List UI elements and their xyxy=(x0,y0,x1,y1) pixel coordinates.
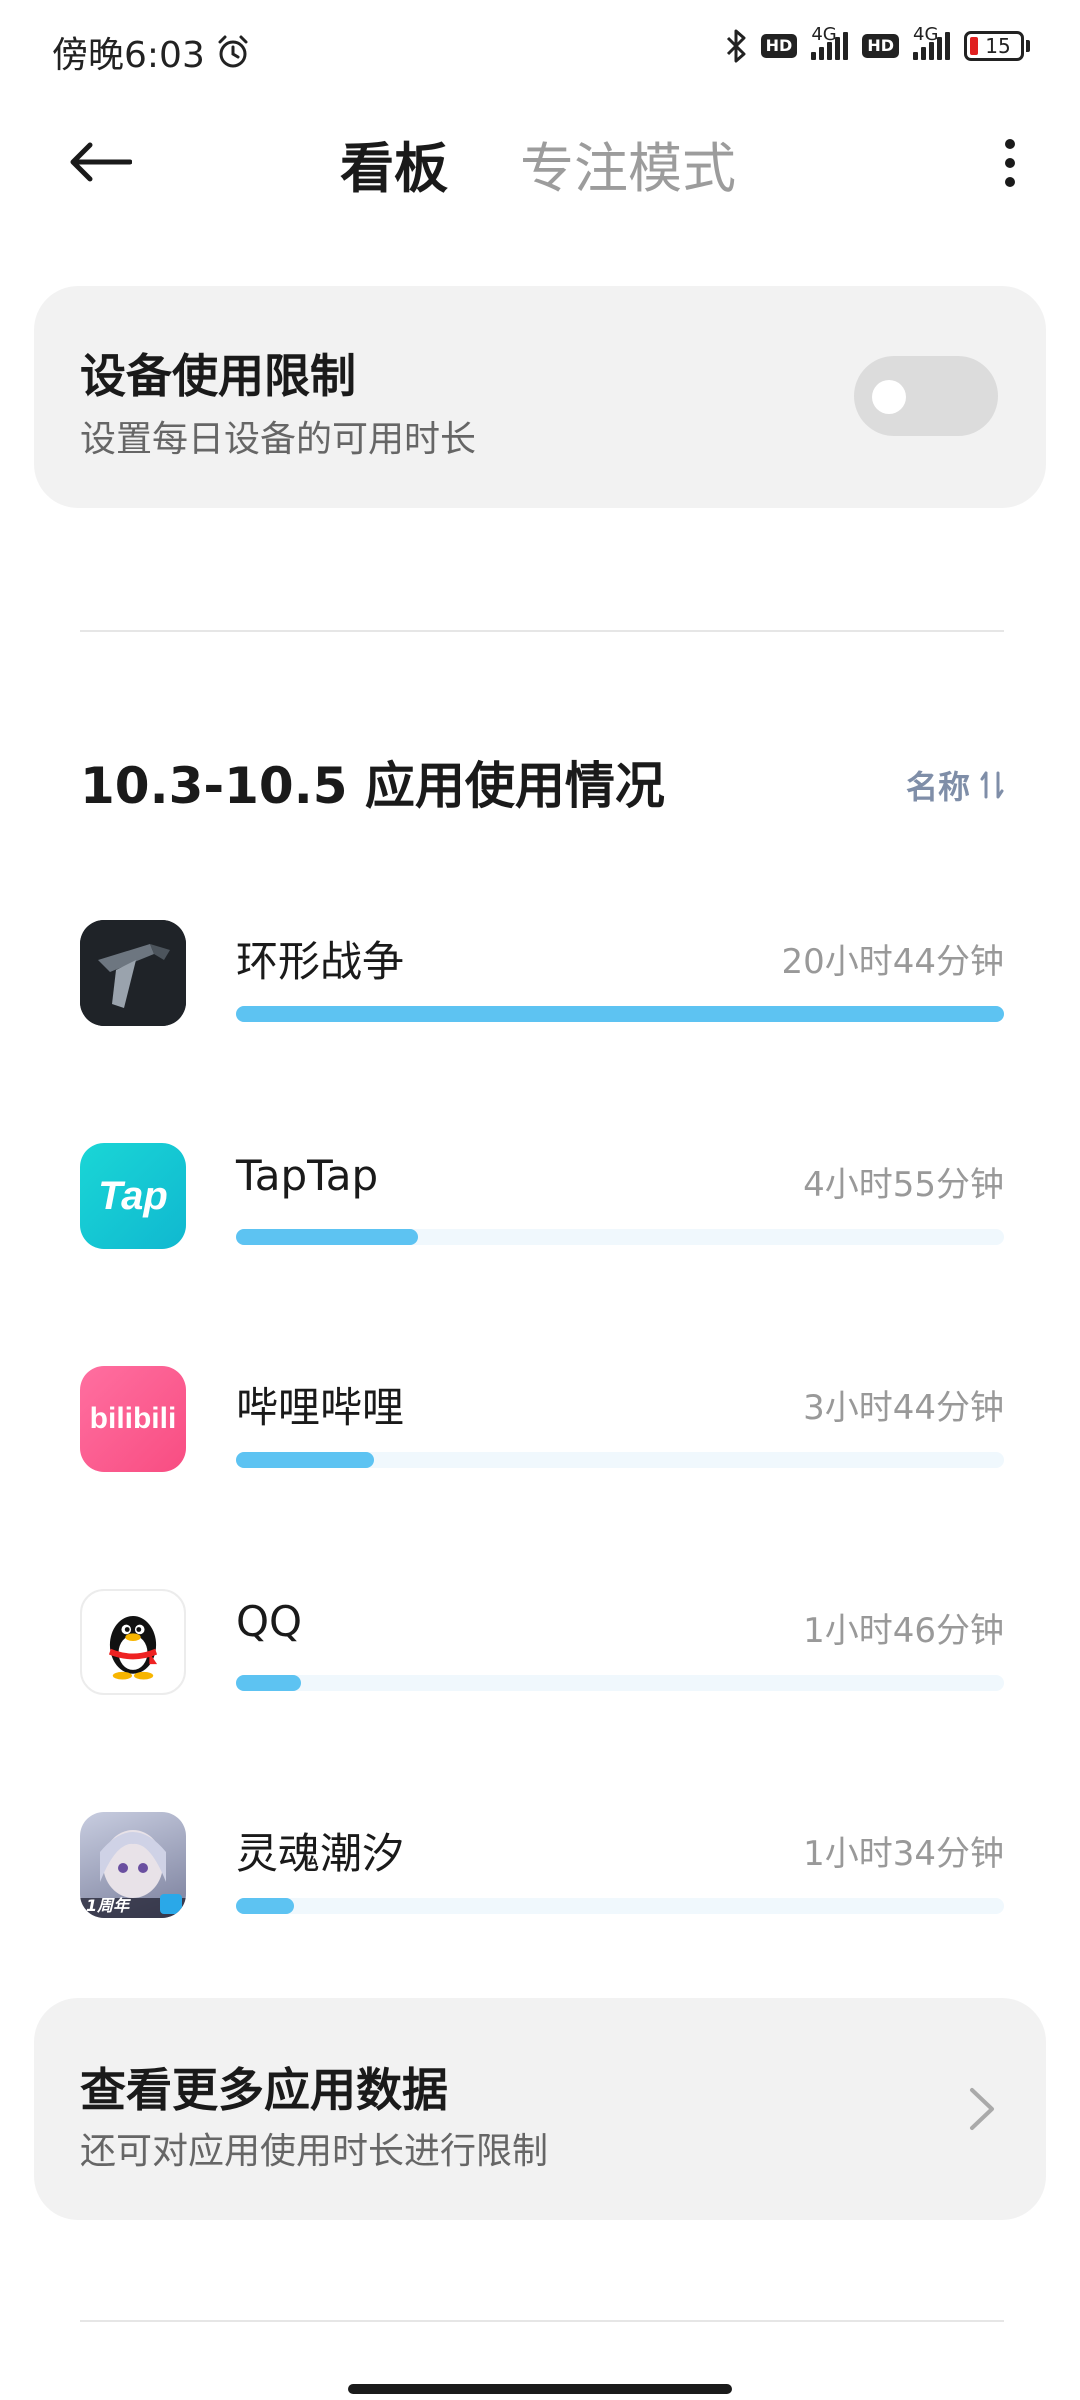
usage-bar xyxy=(236,1452,1004,1468)
more-app-data-title: 查看更多应用数据 xyxy=(80,2063,448,2117)
bilibili-logo-text: bilibili xyxy=(89,1402,177,1435)
more-app-data-subtitle: 还可对应用使用时长进行限制 xyxy=(80,2131,549,2172)
more-app-data-card[interactable]: 查看更多应用数据 还可对应用使用时长进行限制 xyxy=(34,1998,1046,2220)
app-name: 灵魂潮汐 xyxy=(236,1829,405,1878)
app-row[interactable]: 环形战争 20小时44分钟 xyxy=(80,920,1004,1030)
tab-board[interactable]: 看板 xyxy=(340,124,448,203)
usage-bar-fill xyxy=(236,1675,302,1691)
app-row[interactable]: Tap TapTap 4小时55分钟 xyxy=(80,1143,1004,1253)
app-name: TapTap xyxy=(236,1151,379,1200)
usage-bar xyxy=(236,1229,1004,1245)
network-type: 4G xyxy=(913,24,939,45)
soul-tide-icon: 1周年 xyxy=(80,1812,186,1918)
sort-icon xyxy=(980,771,1004,799)
tab-focus-mode[interactable]: 专注模式 xyxy=(520,124,736,203)
app-icon-ring-war xyxy=(80,920,186,1026)
hd-badge: HD xyxy=(862,34,899,58)
device-limit-title: 设备使用限制 xyxy=(80,349,356,403)
qq-icon xyxy=(80,1589,186,1695)
battery-level: 15 xyxy=(985,34,1011,58)
usage-title: 10.3-10.5 应用使用情况 xyxy=(80,757,665,815)
app-row[interactable]: bilibili 哔哩哔哩 3小时44分钟 xyxy=(80,1366,1004,1476)
signal-icon: 4G xyxy=(811,24,849,60)
app-usage-time: 1小时34分钟 xyxy=(803,1834,1004,1874)
app-usage-time: 1小时46分钟 xyxy=(803,1611,1004,1651)
home-indicator[interactable] xyxy=(348,2384,732,2394)
usage-bar xyxy=(236,1898,1004,1914)
dot-icon xyxy=(1005,158,1015,168)
usage-bar-fill xyxy=(236,1229,419,1245)
sort-label: 名称 xyxy=(905,768,970,806)
hd-badge: HD xyxy=(760,34,798,58)
usage-bar-fill xyxy=(236,1898,294,1914)
device-limit-toggle[interactable] xyxy=(854,356,998,436)
usage-bar-fill xyxy=(236,1452,375,1468)
clock-text: 傍晚6:03 xyxy=(52,35,205,76)
divider xyxy=(80,2320,1004,2322)
anniversary-badge: 1周年 xyxy=(86,1896,130,1915)
device-limit-card[interactable]: 设备使用限制 设置每日设备的可用时长 xyxy=(34,286,1046,508)
app-name: 哔哩哔哩 xyxy=(236,1383,405,1432)
back-arrow-icon xyxy=(70,142,132,182)
app-name: 环形战争 xyxy=(236,937,405,986)
app-row[interactable]: 1周年 灵魂潮汐 1小时34分钟 xyxy=(80,1812,1004,1922)
status-bar: 傍晚6:03 HD 4G HD 4G 15 xyxy=(0,0,1080,100)
bilibili-icon: bilibili xyxy=(80,1366,186,1472)
alarm-icon xyxy=(218,35,248,68)
app-usage-time: 20小时44分钟 xyxy=(781,942,1004,982)
status-icons: HD 4G HD 4G 15 xyxy=(725,24,1030,64)
device-limit-subtitle: 设置每日设备的可用时长 xyxy=(80,419,477,460)
bluetooth-icon xyxy=(726,29,746,63)
app-row[interactable]: QQ 1小时46分钟 xyxy=(80,1589,1004,1699)
dot-icon xyxy=(1005,139,1015,149)
header: 看板 专注模式 xyxy=(0,110,1080,210)
app-name: QQ xyxy=(236,1597,303,1646)
network-type: 4G xyxy=(811,24,837,45)
signal-icon: 4G xyxy=(913,24,950,60)
more-options-button[interactable] xyxy=(980,128,1040,198)
battery-icon: 15 xyxy=(964,31,1030,61)
usage-bar xyxy=(236,1006,1004,1022)
toggle-knob xyxy=(872,380,906,414)
status-time: 傍晚6:03 xyxy=(52,26,251,78)
usage-bar xyxy=(236,1675,1004,1691)
taptap-logo-text: Tap xyxy=(98,1173,168,1218)
app-usage-time: 4小时55分钟 xyxy=(803,1165,1004,1205)
app-usage-time: 3小时44分钟 xyxy=(803,1388,1004,1428)
dot-icon xyxy=(1005,177,1015,187)
usage-bar-fill xyxy=(236,1006,1004,1022)
divider xyxy=(80,630,1004,632)
chevron-right-icon xyxy=(970,2088,994,2130)
back-button[interactable] xyxy=(70,132,140,192)
taptap-icon: Tap xyxy=(80,1143,186,1249)
sort-button[interactable]: 名称 xyxy=(906,762,1004,808)
